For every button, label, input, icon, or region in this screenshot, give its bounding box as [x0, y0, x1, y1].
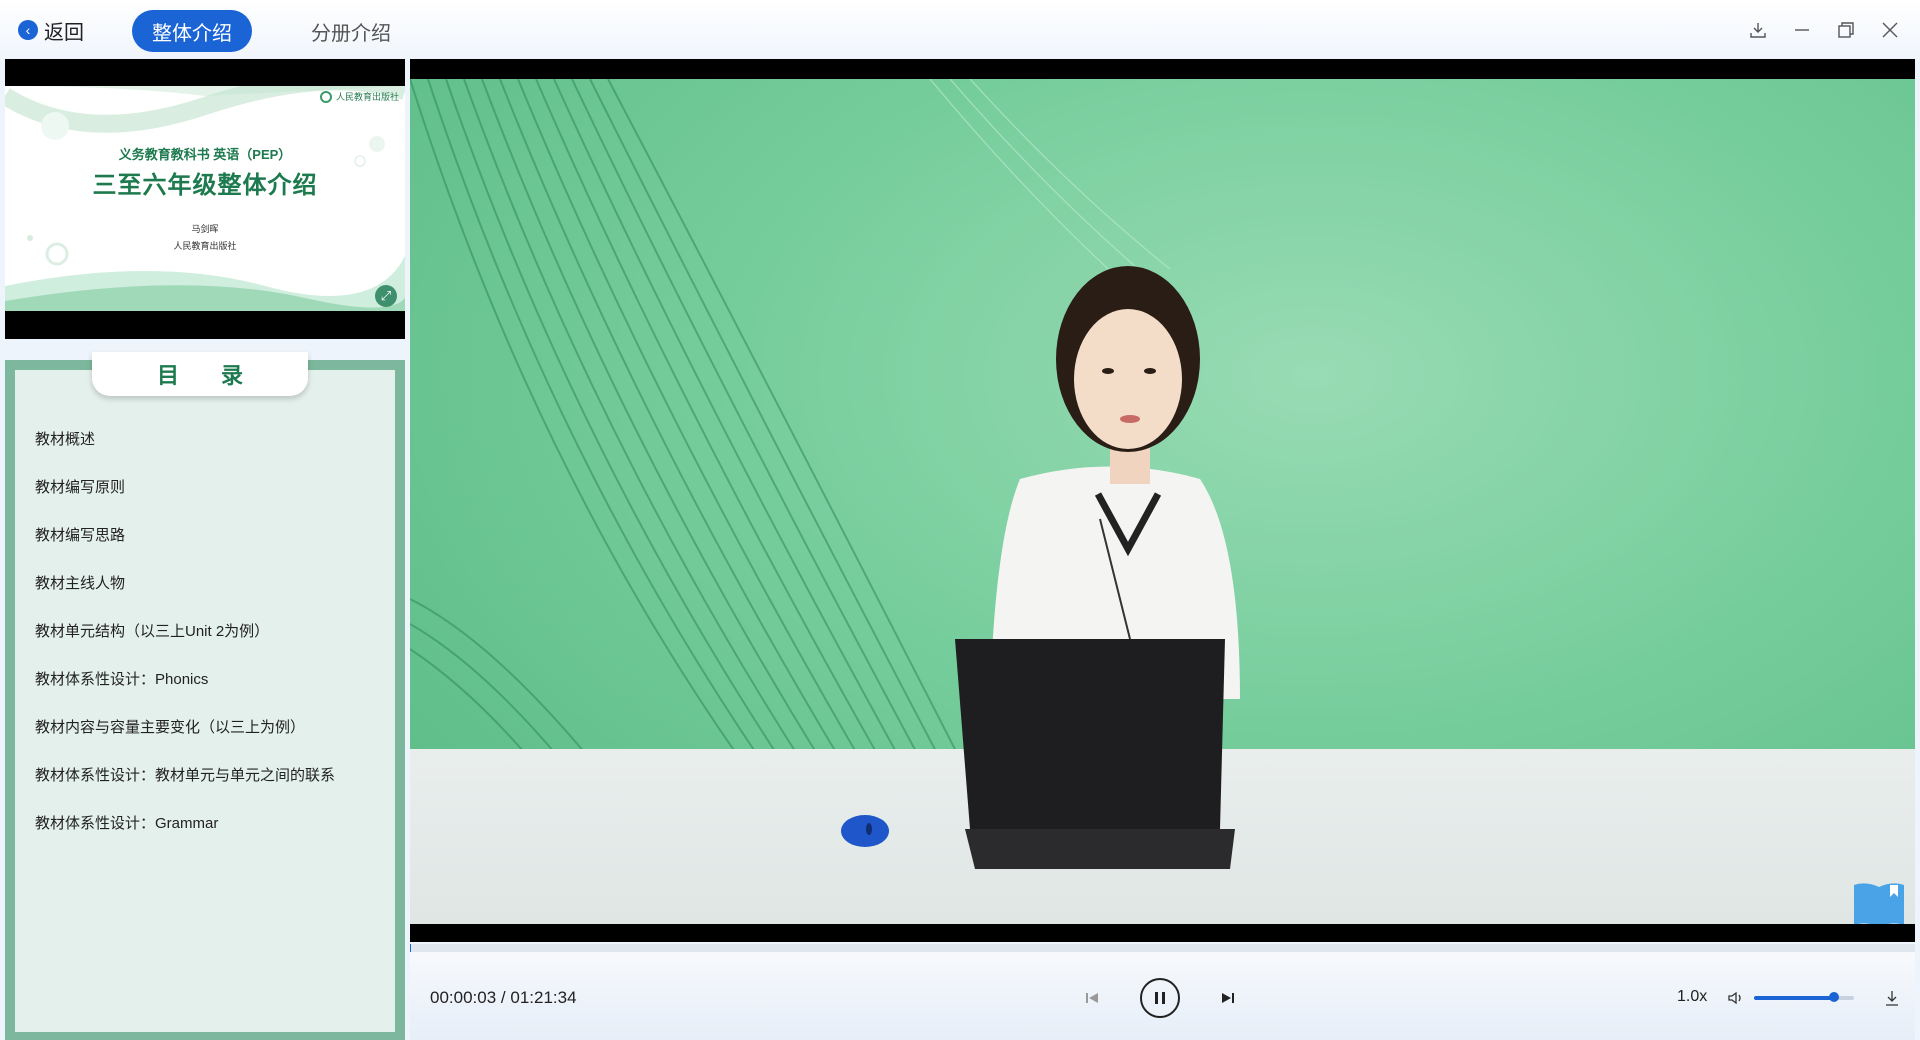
volume-level	[1754, 996, 1834, 1000]
publisher-logo: 人民教育出版社	[319, 90, 399, 103]
toc-item[interactable]: 教材体系性设计：教材单元与单元之间的联系	[35, 764, 335, 785]
toc-item[interactable]: 教材主线人物	[35, 572, 125, 593]
slide-publisher: 人民教育出版社	[173, 242, 237, 252]
current-time: 00:00:03	[430, 988, 497, 1007]
toc-list	[15, 370, 395, 1032]
volume-slider[interactable]	[1754, 992, 1854, 1002]
volume-icon[interactable]	[1724, 986, 1748, 1010]
expand-icon[interactable]: ⤢	[375, 285, 397, 307]
close-icon[interactable]	[1876, 16, 1904, 44]
tab-volume-intro[interactable]: 分册介绍	[296, 10, 406, 52]
slide-thumbnail[interactable]: 人民教育出版社 义务教育教科书 英语（PEP） 三至六年级整体介绍 马剑晖 人民…	[5, 59, 405, 339]
toc-item[interactable]: 教材概述	[35, 428, 95, 449]
slide-preview: 人民教育出版社 义务教育教科书 英语（PEP） 三至六年级整体介绍 马剑晖 人民…	[5, 86, 405, 311]
slide-title: 三至六年级整体介绍	[92, 172, 318, 199]
download-video-icon[interactable]	[1878, 984, 1906, 1012]
slide-author: 马剑晖	[191, 225, 219, 235]
playback-speed[interactable]: 1.0x	[1677, 988, 1707, 1006]
progress-bar[interactable]	[410, 944, 1915, 952]
toc-heading: 目 录	[92, 352, 308, 396]
logo-emblem-icon	[319, 90, 332, 103]
top-bar: ‹ 返回 整体介绍 分册介绍	[0, 0, 1920, 60]
toc-item[interactable]: 教材内容与容量主要变化（以三上为例）	[35, 716, 305, 737]
time-separator: /	[496, 988, 511, 1007]
total-time: 01:21:34	[510, 988, 577, 1007]
restore-icon[interactable]	[1832, 16, 1860, 44]
toc-panel	[5, 360, 405, 1040]
time-display: 00:00:03 / 01:21:34	[430, 988, 577, 1008]
next-icon[interactable]	[1214, 984, 1242, 1012]
previous-icon[interactable]	[1078, 984, 1106, 1012]
volume-knob[interactable]	[1829, 992, 1839, 1002]
chevron-left-icon: ‹	[18, 20, 38, 40]
download-icon[interactable]	[1744, 16, 1772, 44]
tab-overall-intro[interactable]: 整体介绍	[132, 10, 252, 52]
video-frame	[410, 79, 1915, 924]
video-player[interactable]	[410, 59, 1915, 942]
pause-icon[interactable]	[1140, 978, 1180, 1018]
toc-item[interactable]: 教材编写原则	[35, 476, 125, 497]
player-controls: 00:00:03 / 01:21:34 1.0x	[410, 952, 1915, 1040]
progress-fill	[410, 944, 411, 952]
back-label: 返回	[44, 21, 84, 44]
back-button[interactable]: ‹ 返回	[18, 16, 84, 44]
toc-item[interactable]: 教材体系性设计：Grammar	[35, 812, 218, 833]
slide-subtitle: 义务教育教科书 英语（PEP）	[118, 147, 292, 162]
minimize-icon[interactable]	[1788, 16, 1816, 44]
logo-text: 人民教育出版社	[335, 93, 399, 103]
toc-item[interactable]: 教材单元结构（以三上Unit 2为例）	[35, 620, 269, 641]
toc-item[interactable]: 教材体系性设计：Phonics	[35, 668, 208, 689]
book-icon[interactable]	[1852, 879, 1906, 924]
toc-item[interactable]: 教材编写思路	[35, 524, 125, 545]
presenter-scene	[841, 266, 1240, 869]
